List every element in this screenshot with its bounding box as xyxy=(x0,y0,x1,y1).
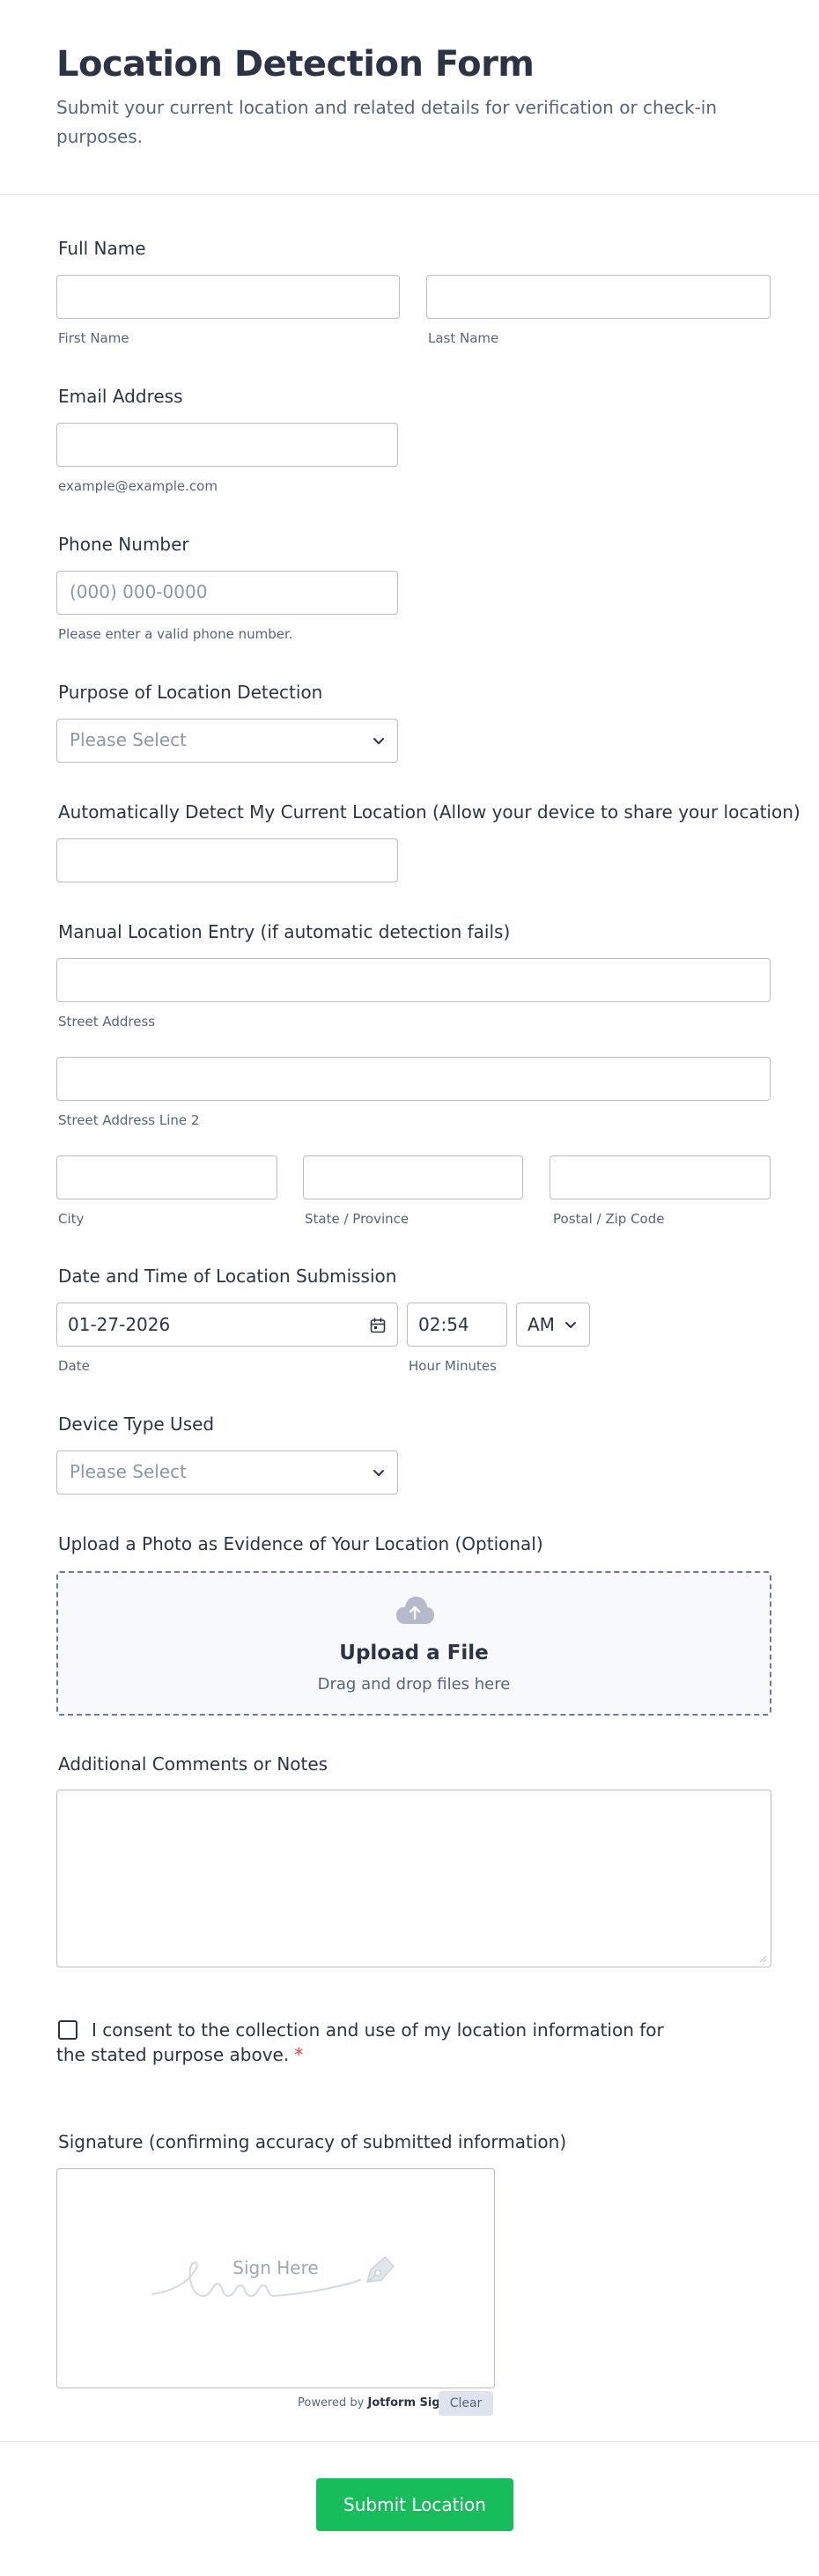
page-title: Location Detection Form xyxy=(56,44,535,85)
street-address-input[interactable] xyxy=(56,958,771,1002)
chevron-down-icon xyxy=(565,1322,576,1328)
upload-label: Upload a Photo as Evidence of Your Locat… xyxy=(58,1533,543,1554)
device-type-label: Device Type Used xyxy=(58,1413,215,1435)
ampm-select[interactable]: AM xyxy=(516,1303,590,1347)
page-subtitle: Submit your current location and related… xyxy=(56,97,718,147)
city-input[interactable] xyxy=(56,1155,277,1199)
comments-textarea[interactable] xyxy=(56,1790,771,1967)
date-input[interactable]: 01-27-2026 xyxy=(56,1303,398,1347)
purpose-label: Purpose of Location Detection xyxy=(58,682,323,703)
form-header: Location Detection Form Submit your curr… xyxy=(0,0,819,195)
required-mark: * xyxy=(294,2044,304,2065)
email-label: Email Address xyxy=(58,386,183,407)
chevron-down-icon xyxy=(373,1470,384,1476)
date-sublabel: Date xyxy=(58,1358,90,1374)
email-input[interactable] xyxy=(56,423,398,467)
upload-subtitle: Drag and drop files here xyxy=(317,1675,511,1694)
first-name-input[interactable] xyxy=(56,275,400,319)
powered-by: Powered by Jotform Sign xyxy=(298,2396,448,2410)
signature-label: Signature (confirming accuracy of submit… xyxy=(58,2131,567,2152)
phone-placeholder: (000) 000-0000 xyxy=(70,581,208,602)
last-name-input[interactable] xyxy=(426,275,771,319)
phone-label: Phone Number xyxy=(58,534,189,555)
datetime-label: Date and Time of Location Submission xyxy=(58,1266,397,1287)
chevron-down-icon xyxy=(373,738,384,744)
manual-location-label: Manual Location Entry (if automatic dete… xyxy=(58,921,511,942)
street-address-sublabel: Street Address xyxy=(58,1014,156,1030)
time-sublabel: Hour Minutes xyxy=(409,1358,497,1374)
ampm-value: AM xyxy=(528,1314,555,1335)
purpose-placeholder: Please Select xyxy=(70,729,187,750)
time-input[interactable]: 02:54 xyxy=(407,1303,507,1347)
date-value: 01-27-2026 xyxy=(68,1314,171,1335)
street-address-line2-input[interactable] xyxy=(56,1057,771,1101)
pen-icon xyxy=(365,2255,395,2283)
auto-detect-label: Automatically Detect My Current Location… xyxy=(58,801,801,823)
phone-sublabel: Please enter a valid phone number. xyxy=(58,626,293,642)
time-value: 02:54 xyxy=(418,1314,469,1335)
postal-sublabel: Postal / Zip Code xyxy=(553,1211,665,1227)
submit-button[interactable]: Submit Location xyxy=(316,2478,513,2531)
calendar-icon[interactable] xyxy=(369,1317,387,1334)
phone-input[interactable]: (000) 000-0000 xyxy=(56,571,398,615)
device-type-select[interactable]: Please Select xyxy=(56,1450,398,1495)
resize-handle-icon[interactable] xyxy=(758,1954,767,1963)
state-input[interactable] xyxy=(303,1155,523,1199)
first-name-sublabel: First Name xyxy=(58,330,129,346)
purpose-select[interactable]: Please Select xyxy=(56,719,398,763)
device-type-placeholder: Please Select xyxy=(70,1461,187,1482)
email-sublabel: example@example.com xyxy=(58,478,218,494)
powered-prefix: Powered by xyxy=(298,2396,368,2410)
postal-input[interactable] xyxy=(550,1155,771,1199)
street-address-line2-sublabel: Street Address Line 2 xyxy=(58,1112,200,1128)
clear-signature-button[interactable]: Clear xyxy=(439,2391,493,2416)
powered-brand: Jotform Sign xyxy=(367,2396,448,2410)
state-sublabel: State / Province xyxy=(305,1211,410,1227)
full-name-label: Full Name xyxy=(58,238,146,259)
signature-pad[interactable]: Sign Here xyxy=(56,2168,495,2388)
auto-detect-input[interactable] xyxy=(56,838,398,882)
cloud-upload-icon xyxy=(396,1596,434,1624)
consent-label: I consent to the collection and use of m… xyxy=(56,2018,673,2067)
comments-label: Additional Comments or Notes xyxy=(58,1753,328,1775)
file-upload-dropzone[interactable]: Upload a File Drag and drop files here xyxy=(56,1571,771,1716)
upload-title: Upload a File xyxy=(339,1642,489,1664)
city-sublabel: City xyxy=(58,1211,85,1227)
consent-text: I consent to the collection and use of m… xyxy=(56,2019,664,2065)
last-name-sublabel: Last Name xyxy=(428,330,499,346)
